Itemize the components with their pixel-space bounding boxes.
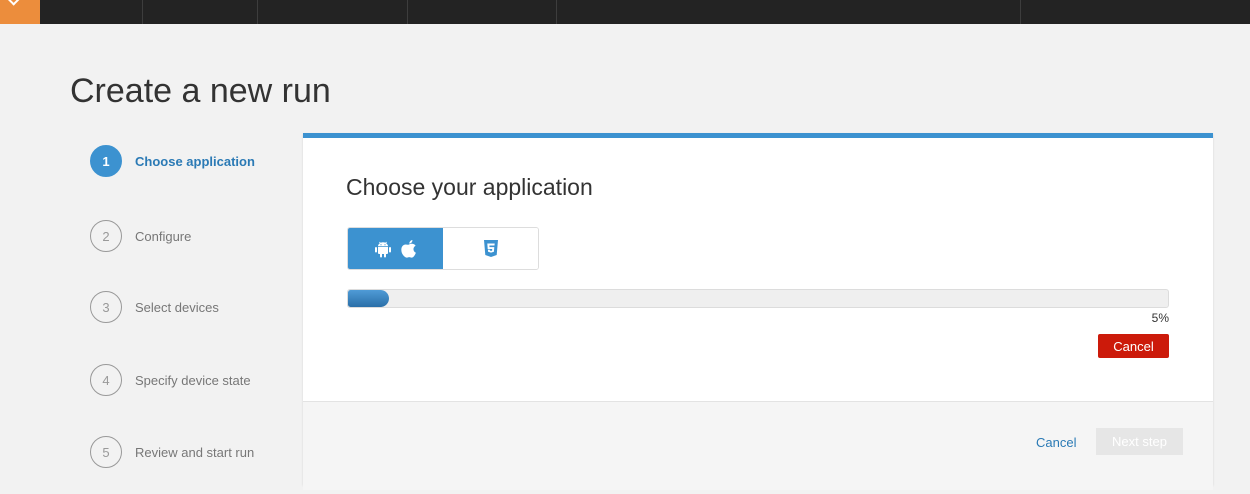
web-app-option[interactable] bbox=[443, 228, 538, 269]
top-navigation-bar bbox=[0, 0, 1250, 24]
step-label: Select devices bbox=[135, 299, 219, 315]
native-app-option[interactable] bbox=[348, 228, 443, 269]
upload-progress-bar bbox=[347, 289, 1169, 308]
step-choose-application[interactable]: 1 Choose application bbox=[90, 145, 255, 177]
panel-title: Choose your application bbox=[346, 174, 593, 200]
cancel-upload-button[interactable]: Cancel bbox=[1098, 334, 1169, 358]
app-type-toggle bbox=[347, 227, 539, 270]
android-icon bbox=[374, 241, 391, 257]
choose-application-panel: Choose your application 5% Cancel Cancel… bbox=[303, 133, 1213, 490]
cancel-link[interactable]: Cancel bbox=[1036, 435, 1076, 450]
panel-footer: Cancel Next step bbox=[303, 401, 1213, 490]
html5-icon bbox=[483, 239, 498, 257]
step-label: Specify device state bbox=[135, 372, 251, 388]
step-number: 5 bbox=[90, 436, 122, 468]
step-review-and-start-run[interactable]: 5 Review and start run bbox=[90, 436, 254, 468]
step-number: 1 bbox=[90, 145, 122, 177]
nav-divider bbox=[142, 0, 143, 24]
nav-divider bbox=[407, 0, 408, 24]
step-number: 2 bbox=[90, 220, 122, 252]
home-logo-icon[interactable] bbox=[0, 0, 40, 24]
step-specify-device-state[interactable]: 4 Specify device state bbox=[90, 364, 251, 396]
step-label: Choose application bbox=[135, 153, 255, 169]
step-configure[interactable]: 2 Configure bbox=[90, 220, 191, 252]
apple-icon bbox=[400, 239, 416, 258]
step-number: 4 bbox=[90, 364, 122, 396]
upload-progress-percent: 5% bbox=[1151, 311, 1169, 325]
nav-divider bbox=[257, 0, 258, 24]
step-label: Configure bbox=[135, 228, 192, 244]
next-step-button[interactable]: Next step bbox=[1096, 428, 1183, 455]
step-label: Review and start run bbox=[135, 444, 255, 460]
nav-divider bbox=[1020, 0, 1021, 24]
page-title: Create a new run bbox=[70, 72, 331, 110]
nav-divider bbox=[556, 0, 557, 24]
step-select-devices[interactable]: 3 Select devices bbox=[90, 291, 219, 323]
upload-progress-fill bbox=[348, 290, 389, 307]
step-number: 3 bbox=[90, 291, 122, 323]
